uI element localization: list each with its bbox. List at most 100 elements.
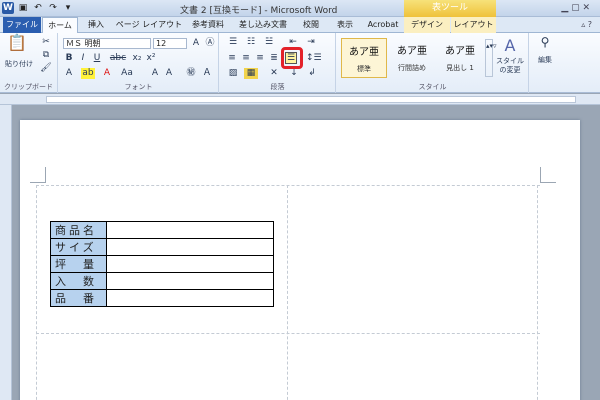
borders-icon[interactable]: ▦ <box>244 68 258 79</box>
ruler-track <box>46 96 576 103</box>
ribbon-tabs: ファイル ホーム 挿入 ページ レイアウト 参考資料 差し込み文書 校閲 表示 … <box>0 17 600 34</box>
binoculars-icon[interactable]: ⚲ <box>536 36 554 48</box>
window-title: 文書 2 [互換モード] - Microsoft Word <box>180 6 338 16</box>
shading-icon[interactable]: ▨ <box>226 68 240 79</box>
title-bar: W ▣ ↶ ↷ ▾ 文書 2 [互換モード] - Microsoft Word … <box>0 0 600 17</box>
style-name: 標準 <box>357 65 371 73</box>
gridline <box>36 185 37 400</box>
line-spacing-icon[interactable]: ↕☰ <box>306 53 322 64</box>
paste-button[interactable]: 貼り付け <box>2 59 36 70</box>
tab-page-layout[interactable]: ページ レイアウト <box>114 17 184 33</box>
tab-layout[interactable]: レイアウト <box>451 17 496 33</box>
tab-file[interactable]: ファイル <box>3 17 41 33</box>
font-name-combo[interactable]: ＭＳ 明朝 <box>63 38 151 49</box>
vertical-ruler[interactable] <box>0 105 12 400</box>
gridline <box>36 185 540 186</box>
horizontal-ruler[interactable] <box>0 94 600 105</box>
clipboard-group: 📋 貼り付け ✂ ⧉ 🖌 クリップボード <box>0 33 58 93</box>
style-name: 見出し 1 <box>446 64 474 72</box>
tab-references[interactable]: 参考資料 <box>186 17 230 33</box>
table-value-cell[interactable] <box>106 238 274 256</box>
gridline <box>36 333 540 334</box>
paragraph-group: ☰ ☷ ☱ ⇤ ⇥ ≡ ≡ ≡ ≣ ☰ ↕☰ ▨ ▦ ✕ ↓ ↲ 段落 <box>220 33 336 93</box>
table-value-cell[interactable] <box>106 289 274 307</box>
strikethrough-icon[interactable]: abc <box>109 53 127 64</box>
document-page[interactable]: 商品名 サイズ 坪 量 入 数 品 番 <box>20 120 580 400</box>
change-case-icon[interactable]: Aa <box>119 68 135 79</box>
tab-design[interactable]: デザイン <box>404 17 450 33</box>
tab-mailings[interactable]: 差し込み文書 <box>234 17 292 33</box>
copy-icon[interactable]: ⧉ <box>40 50 52 61</box>
style-sample: あア亜 <box>397 46 427 57</box>
window-controls[interactable]: ▁ ▢ ✕ <box>561 3 590 13</box>
style-sample: あア亜 <box>445 46 475 57</box>
undo-icon[interactable]: ↶ <box>32 2 44 14</box>
shrink-font-size-icon[interactable]: A <box>163 68 175 79</box>
font-color-icon[interactable]: A <box>101 68 113 79</box>
product-info-table[interactable]: 商品名 サイズ 坪 量 入 数 品 番 <box>50 221 274 307</box>
tab-view[interactable]: 表示 <box>330 17 360 33</box>
change-styles-icon[interactable]: A <box>497 37 523 55</box>
tab-home[interactable]: ホーム <box>42 17 78 34</box>
numbering-icon[interactable]: ☷ <box>244 37 258 48</box>
subscript-icon[interactable]: x₂ <box>131 53 143 64</box>
table-label-cell[interactable]: 入 数 <box>50 272 107 290</box>
highlight-color-icon[interactable]: ab <box>81 68 95 79</box>
character-border-icon[interactable]: Ａ <box>201 68 213 79</box>
show-marks-icon[interactable]: ↲ <box>306 68 318 79</box>
tab-insert[interactable]: 挿入 <box>82 17 110 33</box>
table-row: 商品名 <box>50 221 274 239</box>
margin-corner-top-right <box>540 167 556 183</box>
asian-layout-icon[interactable]: ✕ <box>268 68 280 79</box>
table-row: 坪 量 <box>50 255 274 273</box>
sort-icon[interactable]: ↓ <box>288 68 300 79</box>
clear-format-icon[interactable]: Ⓐ <box>204 38 216 49</box>
style-item-heading1[interactable]: あア亜 見出し 1 <box>437 38 483 78</box>
grow-font-icon[interactable]: A <box>190 38 202 49</box>
underline-icon[interactable]: U <box>91 53 103 64</box>
style-name: 行間詰め <box>398 64 426 72</box>
editing-button[interactable]: 編集 <box>532 55 558 66</box>
editing-group: ⚲ 編集 <box>530 33 560 93</box>
justify-icon[interactable]: ≣ <box>268 53 280 64</box>
table-value-cell[interactable] <box>106 255 274 273</box>
tab-review[interactable]: 校閲 <box>296 17 326 33</box>
table-label-cell[interactable]: 商品名 <box>50 221 107 239</box>
bold-icon[interactable]: B <box>63 53 75 64</box>
format-painter-icon[interactable]: 🖌 <box>40 63 52 74</box>
align-left-icon[interactable]: ≡ <box>226 53 238 64</box>
table-value-cell[interactable] <box>106 272 274 290</box>
paste-icon[interactable]: 📋 <box>6 35 28 57</box>
style-item-normal[interactable]: あア亜 標準 <box>341 38 387 78</box>
grow-font-size-icon[interactable]: A <box>149 68 161 79</box>
align-right-icon[interactable]: ≡ <box>254 53 266 64</box>
save-icon[interactable]: ▣ <box>17 2 29 14</box>
change-styles-button[interactable]: スタイルの変更 <box>493 57 527 75</box>
word-logo-icon[interactable]: W <box>2 2 14 14</box>
ribbon-help-icons[interactable]: ▵ ? <box>581 20 592 29</box>
table-label-cell[interactable]: サイズ <box>50 238 107 256</box>
styles-group: あア亜 標準 あア亜 行間詰め あア亜 見出し 1 ▴▾▿ A スタイルの変更 … <box>337 33 529 93</box>
align-center-icon[interactable]: ≡ <box>240 53 252 64</box>
italic-icon[interactable]: I <box>77 53 89 64</box>
table-label-cell[interactable]: 坪 量 <box>50 255 107 273</box>
cut-icon[interactable]: ✂ <box>40 37 52 48</box>
enclose-character-icon[interactable]: ㊙ <box>185 68 197 79</box>
table-row: サイズ <box>50 238 274 256</box>
customize-qat-icon[interactable]: ▾ <box>62 2 74 14</box>
superscript-icon[interactable]: x² <box>145 53 157 64</box>
text-effects-icon[interactable]: A <box>63 68 75 79</box>
font-group-label: フォント <box>124 83 153 91</box>
table-label-cell[interactable]: 品 番 <box>50 289 107 307</box>
font-size-combo[interactable]: 12 <box>153 38 187 49</box>
table-tools-banner: 表ツール <box>404 0 496 17</box>
increase-indent-icon[interactable]: ⇥ <box>304 37 318 48</box>
style-item-no-spacing[interactable]: あア亜 行間詰め <box>389 38 435 78</box>
redo-icon[interactable]: ↷ <box>47 2 59 14</box>
multilevel-list-icon[interactable]: ☱ <box>262 37 276 48</box>
clipboard-group-label: クリップボード <box>4 83 53 91</box>
table-value-cell[interactable] <box>106 221 274 239</box>
bullets-icon[interactable]: ☰ <box>226 37 240 48</box>
styles-scroll-icon[interactable]: ▴▾▿ <box>485 39 497 77</box>
tab-acrobat[interactable]: Acrobat <box>364 17 402 33</box>
